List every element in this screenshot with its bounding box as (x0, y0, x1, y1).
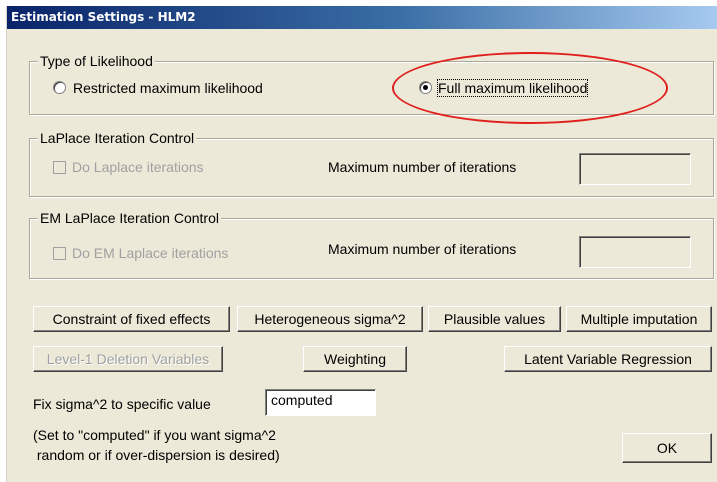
em-laplace-group-title: EM LaPlace Iteration Control (38, 210, 221, 226)
laplace-max-label: Maximum number of iterations (328, 159, 517, 175)
em-laplace-group: EM LaPlace Iteration Control Do EM Lapla… (29, 210, 714, 279)
estimation-settings-dialog: Estimation Settings - HLM2 Type of Likel… (6, 6, 717, 482)
constraint-fixed-effects-button[interactable]: Constraint of fixed effects (33, 306, 230, 332)
title-bar[interactable]: Estimation Settings - HLM2 (7, 6, 717, 29)
heterogeneous-sigma-button[interactable]: Heterogeneous sigma^2 (237, 306, 423, 332)
level1-deletion-variables-button[interactable]: Level-1 Deletion Variables (33, 346, 223, 372)
weighting-button[interactable]: Weighting (303, 346, 407, 372)
em-laplace-checkbox[interactable] (53, 247, 66, 260)
laplace-checkbox[interactable] (53, 161, 66, 174)
plausible-values-button[interactable]: Plausible values (428, 306, 561, 332)
latent-variable-regression-button[interactable]: Latent Variable Regression (504, 346, 712, 372)
fix-sigma-label: Fix sigma^2 to specific value (33, 396, 211, 412)
multiple-imputation-button[interactable]: Multiple imputation (566, 306, 712, 332)
fix-sigma-input[interactable]: computed (265, 389, 376, 416)
em-laplace-max-iterations-input[interactable] (579, 236, 691, 268)
window-title: Estimation Settings - HLM2 (11, 10, 196, 24)
sigma-note-line2: random or if over-dispersion is desired) (33, 447, 280, 463)
em-laplace-checkbox-label[interactable]: Do EM Laplace iterations (72, 245, 228, 261)
laplace-group: LaPlace Iteration Control Do Laplace ite… (29, 130, 714, 197)
sigma-note-line1: (Set to "computed" if you want sigma^2 (33, 427, 276, 443)
ok-button[interactable]: OK (622, 433, 712, 463)
laplace-max-iterations-input[interactable] (579, 153, 691, 185)
highlight-annotation (392, 52, 668, 124)
laplace-checkbox-label[interactable]: Do Laplace iterations (72, 159, 204, 175)
em-laplace-max-label: Maximum number of iterations (328, 241, 517, 257)
restricted-ml-radio[interactable] (53, 81, 66, 94)
restricted-ml-label[interactable]: Restricted maximum likelihood (73, 80, 263, 96)
likelihood-group-title: Type of Likelihood (38, 53, 155, 69)
laplace-group-title: LaPlace Iteration Control (38, 130, 197, 146)
